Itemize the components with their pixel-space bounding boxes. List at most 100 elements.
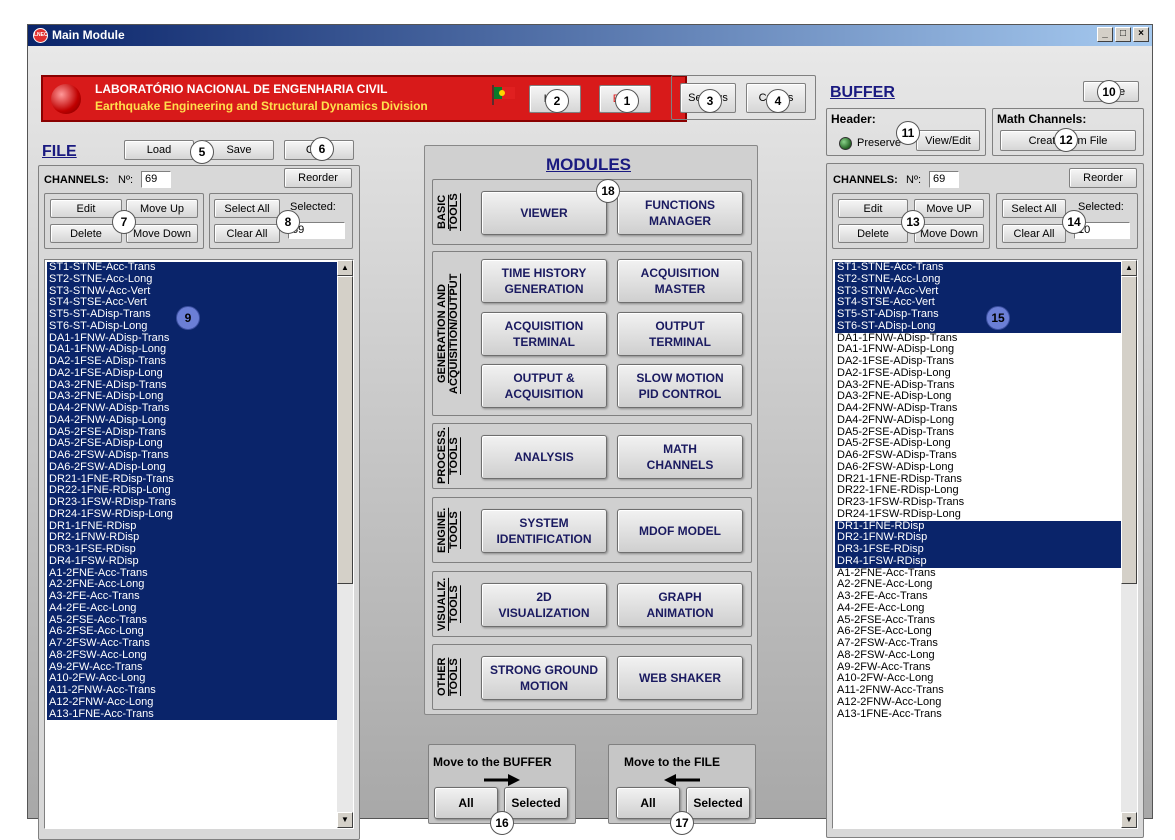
output-terminal-button[interactable]: OUTPUT TERMINAL [617, 312, 743, 356]
channel-list-item[interactable]: DA2-1FSE-ADisp-Trans [47, 355, 353, 368]
channel-list-item[interactable]: DR24-1FSW-RDisp-Long [835, 508, 1137, 521]
move-selected-to-buffer-button[interactable]: Selected [504, 787, 568, 819]
maximize-button[interactable]: □ [1115, 27, 1131, 42]
channel-list-item[interactable]: DA2-1FSE-ADisp-Long [47, 367, 353, 380]
acquisition-terminal-button[interactable]: ACQUISITION TERMINAL [481, 312, 607, 356]
channel-list-item[interactable]: A7-2FSW-Acc-Trans [47, 637, 353, 650]
file-save-button[interactable]: Save [204, 140, 274, 160]
file-scroll-thumb[interactable] [337, 276, 353, 584]
channel-list-item[interactable]: ST6-ST-ADisp-Long [47, 320, 353, 333]
channel-list-item[interactable]: A8-2FSW-Acc-Long [47, 649, 353, 662]
buffer-channels-label: CHANNELS: [833, 174, 898, 186]
file-reorder-button[interactable]: Reorder [284, 168, 352, 188]
channel-list-item[interactable]: DA6-2FSW-ADisp-Long [47, 461, 353, 474]
channel-list-item[interactable]: A4-2FE-Acc-Long [47, 602, 353, 615]
file-channel-count: 69 [141, 171, 171, 188]
file-delete-button[interactable]: Delete [50, 224, 122, 243]
channel-list-item[interactable]: ST5-ST-ADisp-Trans [47, 308, 353, 321]
file-move-down-button[interactable]: Move Down [126, 224, 198, 243]
time-history-generation-button[interactable]: TIME HISTORY GENERATION [481, 259, 607, 303]
slow-motion-pid-control-button[interactable]: SLOW MOTION PID CONTROL [617, 364, 743, 408]
scroll-up-icon[interactable]: ▲ [1121, 260, 1137, 276]
channel-list-item[interactable]: A13-1FNE-Acc-Trans [835, 708, 1137, 721]
buffer-select-all-button[interactable]: Select All [1002, 199, 1066, 218]
channel-list-item[interactable]: A3-2FE-Acc-Trans [47, 590, 353, 603]
graph-animation-button[interactable]: GRAPH ANIMATION [617, 583, 743, 627]
channel-list-item[interactable]: DA4-2FNW-ADisp-Long [47, 414, 353, 427]
math-channels-button[interactable]: MATH CHANNELS [617, 435, 743, 479]
file-load-button[interactable]: Load [124, 140, 194, 160]
channel-list-item[interactable]: DR3-1FSE-RDisp [47, 543, 353, 556]
channel-list-item[interactable]: ST2-STNE-Acc-Long [47, 273, 353, 286]
strong-ground-motion-button[interactable]: STRONG GROUND MOTION [481, 656, 607, 700]
view-edit-button[interactable]: View/Edit [916, 130, 980, 151]
channel-list-item[interactable]: DA2-1FSE-ADisp-Long [835, 367, 1137, 380]
acquisition-master-button[interactable]: ACQUISITION MASTER [617, 259, 743, 303]
buffer-edit-button[interactable]: Edit [838, 199, 908, 218]
buffer-list-scrollbar[interactable]: ▲ ▼ [1121, 260, 1137, 828]
file-select-all-button[interactable]: Select All [214, 199, 280, 218]
buffer-scroll-thumb[interactable] [1121, 276, 1137, 584]
channel-list-item[interactable]: ST1-STNE-Acc-Trans [47, 261, 353, 274]
modules-title: MODULES [546, 155, 631, 174]
channel-list-item[interactable]: A11-2FNW-Acc-Trans [47, 684, 353, 697]
file-move-up-button[interactable]: Move Up [126, 199, 198, 218]
functions-manager-button[interactable]: FUNCTIONS MANAGER [617, 191, 743, 235]
channel-list-item[interactable]: DA6-2FSW-ADisp-Long [835, 461, 1137, 474]
buffer-clear-all-button[interactable]: Clear All [1002, 224, 1066, 243]
channel-list-item[interactable]: A3-2FE-Acc-Trans [835, 590, 1137, 603]
badge-16: 16 [490, 811, 514, 835]
channel-list-item[interactable]: DA4-2FNW-ADisp-Trans [835, 402, 1137, 415]
buffer-channel-list[interactable]: ST1-STNE-Acc-Trans ST2-STNE-Acc-Long ST3-S… [832, 259, 1138, 829]
scroll-down-icon[interactable]: ▼ [1121, 812, 1137, 828]
channel-list-item[interactable]: DR23-1FSW-RDisp-Trans [47, 496, 353, 509]
channel-list-item[interactable]: A12-2FNW-Acc-Long [835, 696, 1137, 709]
move-all-to-file-button[interactable]: All [616, 787, 680, 819]
scroll-up-icon[interactable]: ▲ [337, 260, 353, 276]
channel-list-item[interactable]: DR4-1FSW-RDisp [835, 555, 1137, 568]
buffer-delete-button[interactable]: Delete [838, 224, 908, 243]
preserve-led-icon[interactable] [839, 137, 852, 150]
move-all-to-buffer-button[interactable]: All [434, 787, 498, 819]
buffer-n-label: Nº: [906, 174, 922, 186]
channel-list-item[interactable]: ST2-STNE-Acc-Long [835, 273, 1137, 286]
channel-list-item[interactable]: DR23-1FSW-RDisp-Trans [835, 496, 1137, 509]
viewer-button[interactable]: VIEWER [481, 191, 607, 235]
mdof-model-button[interactable]: MDOF MODEL [617, 509, 743, 553]
channel-list-item[interactable]: DA4-2FNW-ADisp-Trans [47, 402, 353, 415]
file-edit-button[interactable]: Edit [50, 199, 122, 218]
scroll-down-icon[interactable]: ▼ [337, 812, 353, 828]
channel-list-item[interactable]: A13-1FNE-Acc-Trans [47, 708, 353, 721]
channel-list-item[interactable]: A8-2FSW-Acc-Long [835, 649, 1137, 662]
generation-acquisition-label: GENERATION AND ACQUISITION/OUTPUT [436, 273, 460, 394]
channel-list-item[interactable]: ST1-STNE-Acc-Trans [835, 261, 1137, 274]
buffer-move-down-button[interactable]: Move Down [914, 224, 984, 243]
channel-list-item[interactable]: DR4-1FSW-RDisp [47, 555, 353, 568]
channel-list-item[interactable]: DA6-2FSW-ADisp-Trans [835, 449, 1137, 462]
file-channel-items: ST1-STNE-Acc-Trans ST2-STNE-Acc-Long ST3-S… [45, 260, 353, 721]
close-window-button[interactable]: × [1133, 27, 1149, 42]
system-identification-button[interactable]: SYSTEM IDENTIFICATION [481, 509, 607, 553]
channel-list-item[interactable]: DA6-2FSW-ADisp-Trans [47, 449, 353, 462]
channel-list-item[interactable]: DA4-2FNW-ADisp-Long [835, 414, 1137, 427]
channel-list-item[interactable]: A4-2FE-Acc-Long [835, 602, 1137, 615]
analysis-button[interactable]: ANALYSIS [481, 435, 607, 479]
buffer-reorder-button[interactable]: Reorder [1069, 168, 1137, 188]
output-acquisition-button[interactable]: OUTPUT & ACQUISITION [481, 364, 607, 408]
move-selected-to-file-button[interactable]: Selected [686, 787, 750, 819]
file-channel-list[interactable]: ST1-STNE-Acc-Trans ST2-STNE-Acc-Long ST3-S… [44, 259, 354, 829]
badge-7: 7 [112, 210, 136, 234]
math-channels-label: Math Channels: [997, 112, 1087, 126]
channel-list-item[interactable]: DR3-1FSE-RDisp [835, 543, 1137, 556]
file-list-scrollbar[interactable]: ▲ ▼ [337, 260, 353, 828]
web-shaker-button[interactable]: WEB SHAKER [617, 656, 743, 700]
buffer-move-up-button[interactable]: Move UP [914, 199, 984, 218]
channel-list-item[interactable]: A7-2FSW-Acc-Trans [835, 637, 1137, 650]
file-clear-all-button[interactable]: Clear All [214, 224, 280, 243]
channel-list-item[interactable]: DA2-1FSE-ADisp-Trans [835, 355, 1137, 368]
2d-visualization-button[interactable]: 2D VISUALIZATION [481, 583, 607, 627]
channel-list-item[interactable]: A12-2FNW-Acc-Long [47, 696, 353, 709]
channel-list-item[interactable]: A11-2FNW-Acc-Trans [835, 684, 1137, 697]
channel-list-item[interactable]: DR24-1FSW-RDisp-Long [47, 508, 353, 521]
minimize-button[interactable]: _ [1097, 27, 1113, 42]
